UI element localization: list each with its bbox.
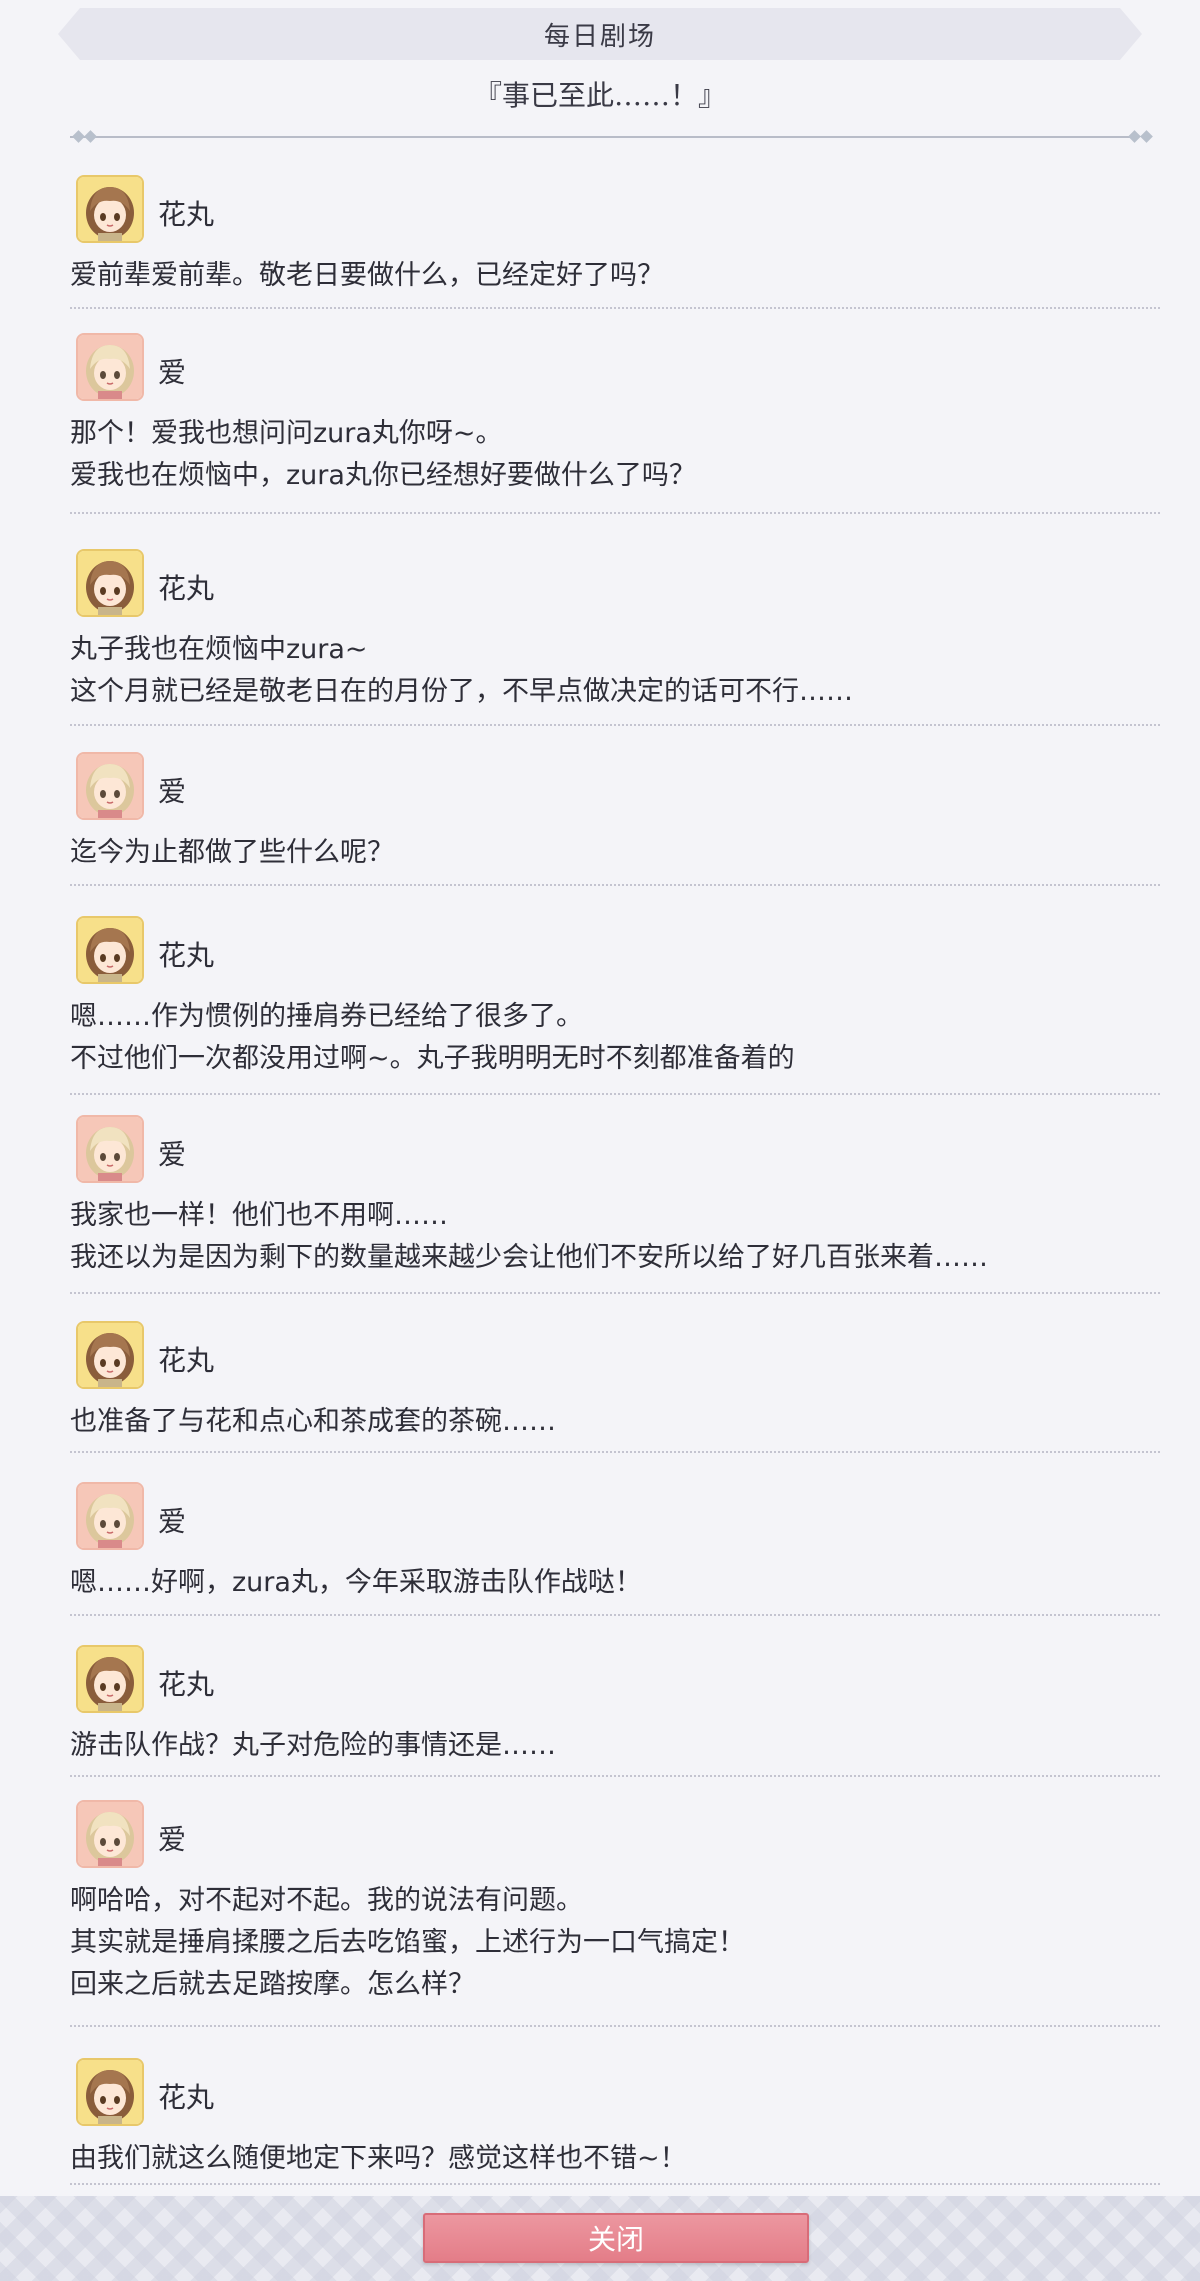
dialogue-entry: 爱嗯……好啊，zura丸，今年采取游击队作战哒！: [70, 1482, 1160, 1604]
speaker-name: 花丸: [158, 198, 215, 231]
divider-diamond-left: [72, 130, 85, 143]
dialogue-line: 这个月就已经是敬老日在的月份了，不早点做决定的话可不行……: [70, 676, 853, 707]
dialogue-line: 其实就是捶肩揉腰之后去吃馅蜜，上述行为一口气搞定！: [70, 1927, 745, 1958]
hanamaru-avatar: [76, 175, 144, 243]
dialogue-entry: 爱迄今为止都做了些什么呢？: [70, 752, 1160, 874]
header-bar: 每日剧场: [58, 8, 1142, 60]
dialogue-line: 回来之后就去足踏按摩。怎么样？: [70, 1969, 475, 2000]
entry-separator: [70, 2183, 1160, 2185]
hanamaru-avatar: [76, 1321, 144, 1389]
dialogue-line: 我还以为是因为剩下的数量越来越少会让他们不安所以给了好几百张来着……: [70, 1242, 988, 1273]
dialogue-entry: 花丸爱前辈爱前辈。敬老日要做什么，已经定好了吗？: [70, 175, 1160, 297]
speaker-name: 爱: [158, 356, 187, 389]
close-button[interactable]: 关闭: [423, 2213, 809, 2263]
divider-diamond-left-2: [84, 130, 97, 143]
dialogue-line: 游击队作战？丸子对危险的事情还是……: [70, 1730, 556, 1761]
ai-avatar: [76, 1115, 144, 1183]
dialogue-entry: 爱我家也一样！他们也不用啊…… 我还以为是因为剩下的数量越来越少会让他们不安所以给…: [70, 1115, 1160, 1279]
speaker-row: 爱: [70, 1115, 1160, 1187]
dialogue-line: 不过他们一次都没用过啊~。丸子我明明无时不刻都准备着的: [70, 1043, 795, 1074]
speaker-name: 花丸: [158, 2081, 215, 2114]
dialogue-entry: 花丸游击队作战？丸子对危险的事情还是……: [70, 1645, 1160, 1767]
dialogue-line: 由我们就这么随便地定下来吗？感觉这样也不错~！: [70, 2143, 687, 2174]
dialogue-entry: 花丸也准备了与花和点心和茶成套的茶碗……: [70, 1321, 1160, 1443]
speaker-name: 花丸: [158, 939, 215, 972]
ai-avatar: [76, 333, 144, 401]
speaker-row: 花丸: [70, 916, 1160, 988]
episode-title: 『事已至此……！』: [473, 79, 726, 112]
speaker-row: 爱: [70, 1482, 1160, 1554]
hanamaru-avatar: [76, 2058, 144, 2126]
page-title: 每日剧场: [543, 21, 656, 52]
dialogue-entry: 花丸嗯……作为惯例的捶肩券已经给了很多了。不过他们一次都没用过啊~。丸子我明明无…: [70, 916, 1160, 1080]
dialogue-line: 嗯……好啊，zura丸，今年采取游击队作战哒！: [70, 1567, 642, 1598]
entry-separator: [70, 1451, 1160, 1453]
dialogue-line: 啊哈哈，对不起对不起。我的说法有问题。: [70, 1885, 583, 1916]
dialogue-entry: 爱啊哈哈，对不起对不起。我的说法有问题。其实就是捶肩揉腰之后去吃馅蜜，上述行为一…: [70, 1800, 1160, 2006]
speaker-row: 爱: [70, 1800, 1160, 1872]
entry-separator: [70, 724, 1160, 726]
divider-diamond-right: [1128, 130, 1141, 143]
speaker-row: 花丸: [70, 1321, 1160, 1393]
hanamaru-avatar: [76, 549, 144, 617]
dialogue-line: 迄今为止都做了些什么呢？: [70, 837, 394, 868]
entry-separator: [70, 1614, 1160, 1616]
entry-separator: [70, 884, 1160, 886]
dialogue-line: 嗯……作为惯例的捶肩券已经给了很多了。: [70, 1001, 583, 1032]
speaker-row: 花丸: [70, 175, 1160, 247]
speaker-row: 花丸: [70, 549, 1160, 621]
speaker-row: 爱: [70, 333, 1160, 405]
dialogue-line: 丸子我也在烦恼中zura~: [70, 634, 368, 665]
dialogue-line: 爱我也在烦恼中，zura丸你已经想好要做什么了吗？: [70, 460, 696, 491]
close-button-label: 关闭: [587, 2223, 644, 2256]
dialogue-line: 也准备了与花和点心和茶成套的茶碗……: [70, 1406, 556, 1437]
ai-avatar: [76, 1800, 144, 1868]
speaker-name: 花丸: [158, 1668, 215, 1701]
dialogue-entry: 花丸由我们就这么随便地定下来吗？感觉这样也不错~！: [70, 2058, 1160, 2180]
hanamaru-avatar: [76, 1645, 144, 1713]
dialogue-entry: 花丸丸子我也在烦恼中zura~ 这个月就已经是敬老日在的月份了，不早点做决定的话可…: [70, 549, 1160, 713]
hanamaru-avatar: [76, 916, 144, 984]
dialogue-line: 那个！爱我也想问问zura丸你呀~。: [70, 418, 503, 449]
dialogue-line: 我家也一样！他们也不用啊……: [70, 1200, 448, 1231]
entry-separator: [70, 512, 1160, 514]
entry-separator: [70, 1292, 1160, 1294]
entry-separator: [70, 2025, 1160, 2027]
dialogue-line: 爱前辈爱前辈。敬老日要做什么，已经定好了吗？: [70, 260, 664, 291]
ai-avatar: [76, 752, 144, 820]
dialogue-entry: 爱那个！爱我也想问问zura丸你呀~。爱我也在烦恼中，zura丸你已经想好要做什…: [70, 333, 1160, 497]
entry-separator: [70, 1093, 1160, 1095]
speaker-row: 爱: [70, 752, 1160, 824]
ai-avatar: [76, 1482, 144, 1550]
speaker-name: 爱: [158, 1823, 187, 1856]
speaker-name: 花丸: [158, 1344, 215, 1377]
speaker-name: 爱: [158, 775, 187, 808]
title-divider: [70, 136, 1130, 138]
speaker-name: 爱: [158, 1505, 187, 1538]
speaker-row: 花丸: [70, 1645, 1160, 1717]
entry-separator: [70, 1775, 1160, 1777]
entry-separator: [70, 307, 1160, 309]
speaker-name: 爱: [158, 1138, 187, 1171]
speaker-name: 花丸: [158, 572, 215, 605]
divider-diamond-right-2: [1140, 130, 1153, 143]
speaker-row: 花丸: [70, 2058, 1160, 2130]
